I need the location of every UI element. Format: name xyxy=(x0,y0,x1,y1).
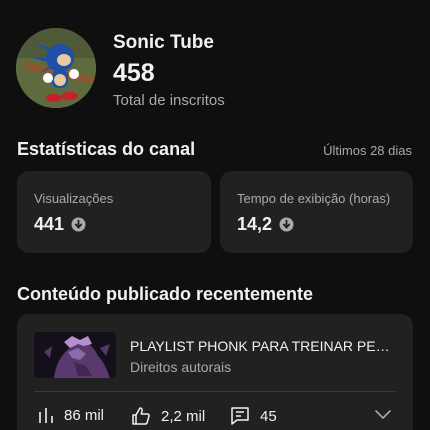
video-views: 86 mil xyxy=(64,406,105,424)
video-title[interactable]: PLAYLIST PHONK PARA TREINAR PESADO xyxy=(130,338,398,354)
video-thumbnail[interactable] xyxy=(34,332,116,378)
video-copyright-status: Direitos autorais xyxy=(130,359,232,375)
divider xyxy=(34,391,396,392)
stats-section-title: Estatísticas do canal xyxy=(17,139,196,159)
video-comments: 45 xyxy=(260,407,277,425)
video-metrics: 86 mil 2,2 mil 45 xyxy=(34,406,396,428)
views-card[interactable]: Visualizações 441 xyxy=(17,171,211,253)
bar-chart-icon xyxy=(39,408,53,423)
thumbs-up-icon xyxy=(132,407,150,425)
views-label: Visualizações xyxy=(34,191,114,206)
recent-video-card[interactable]: PLAYLIST PHONK PARA TREINAR PESADO Direi… xyxy=(17,314,413,430)
likes-metric: 2,2 mil xyxy=(131,406,205,426)
recent-content-title: Conteúdo publicado recentemente xyxy=(17,284,314,304)
channel-avatar[interactable] xyxy=(16,28,96,108)
arrow-down-circle-icon xyxy=(71,217,86,232)
subscriber-label: Total de inscritos xyxy=(113,92,225,109)
watch-time-value-row: 14,2 xyxy=(237,214,294,235)
comment-icon xyxy=(231,407,249,425)
channel-name: Sonic Tube xyxy=(113,32,214,53)
arrow-down-circle-icon xyxy=(279,217,294,232)
subscriber-count: 458 xyxy=(113,59,155,87)
channel-header: Sonic Tube 458 Total de inscritos xyxy=(16,28,416,112)
watch-time-value: 14,2 xyxy=(237,214,273,234)
views-value: 441 xyxy=(34,214,65,234)
video-likes: 2,2 mil xyxy=(161,407,206,425)
views-metric: 86 mil xyxy=(38,406,104,424)
watch-time-card[interactable]: Tempo de exibição (horas) 14,2 xyxy=(220,171,413,253)
watch-time-label: Tempo de exibição (horas) xyxy=(237,191,391,206)
comments-metric: 45 xyxy=(230,406,277,426)
stats-date-range[interactable]: Últimos 28 dias xyxy=(323,143,412,158)
chevron-down-icon[interactable] xyxy=(374,408,392,420)
views-value-row: 441 xyxy=(34,214,86,235)
